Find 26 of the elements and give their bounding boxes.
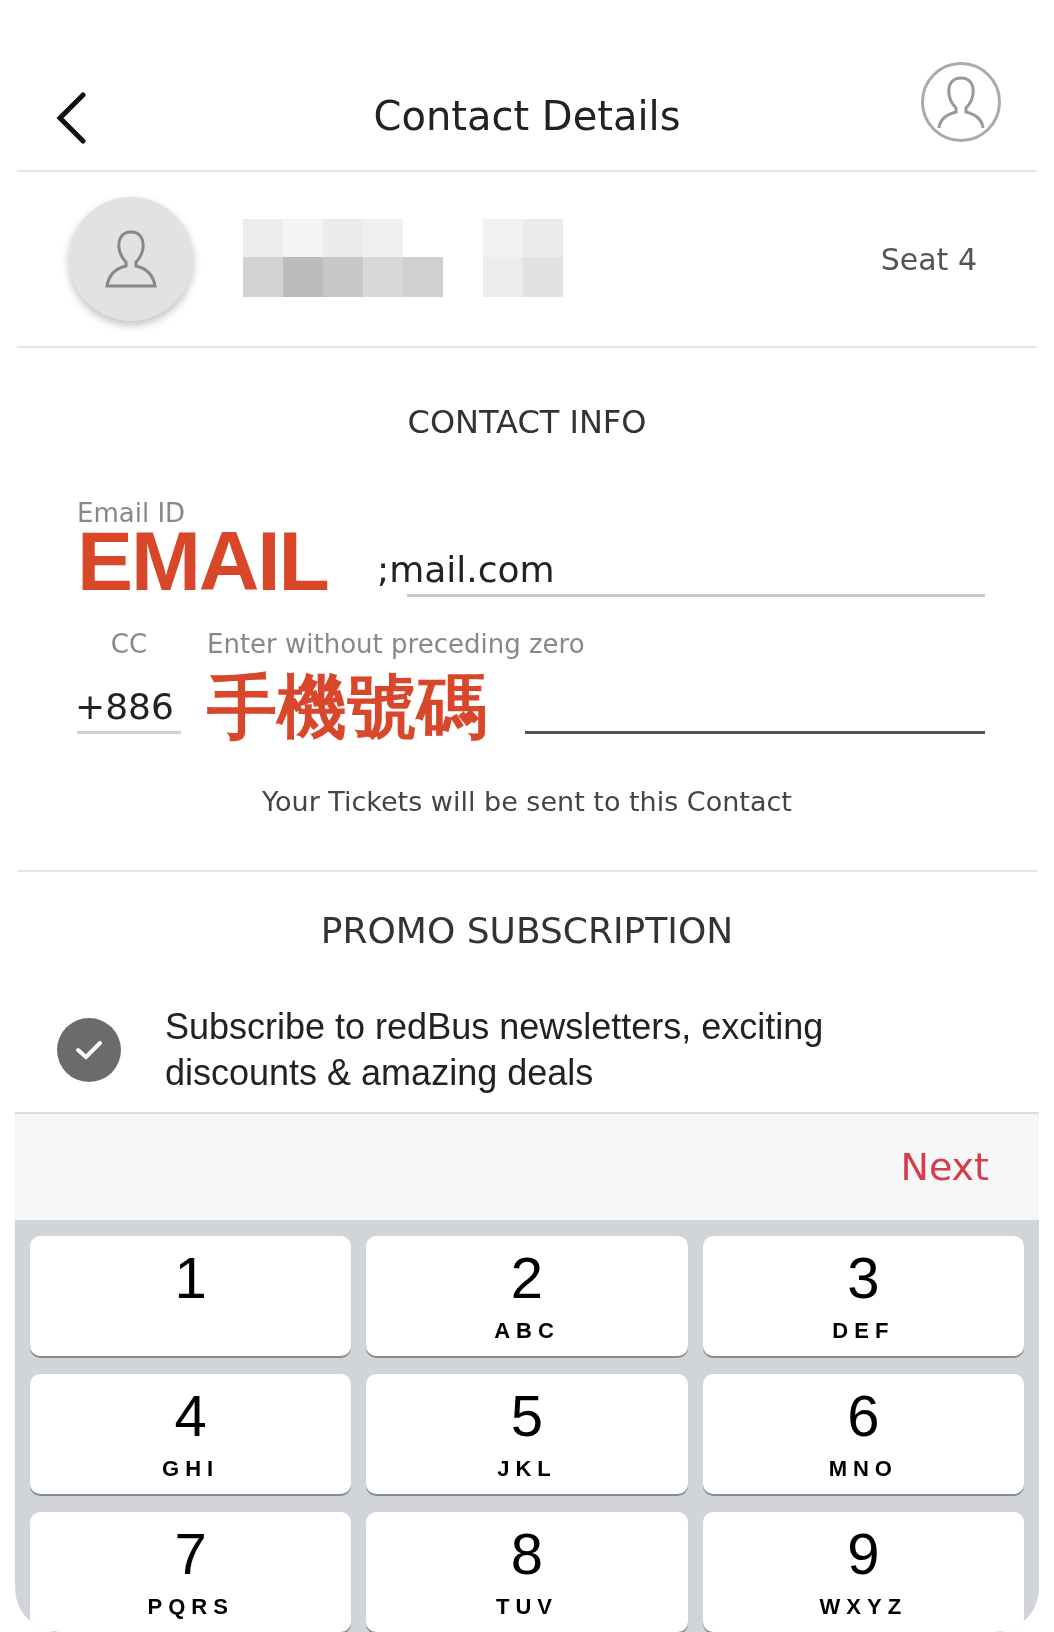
email-value: ;mail.com	[377, 548, 555, 592]
user-icon	[936, 74, 986, 130]
seat-number: Seat 4	[880, 240, 977, 279]
annotation-text: 手機號碼	[207, 672, 487, 742]
keypad-key[interactable]: 8 TUV	[366, 1512, 688, 1632]
next-button[interactable]: Next	[900, 1138, 989, 1196]
keypad-key[interactable]: 7 PQRS	[30, 1512, 352, 1632]
profile-button[interactable]	[921, 62, 1001, 142]
section-heading: CONTACT INFO	[407, 402, 647, 443]
checkmark-icon	[75, 1039, 103, 1061]
back-icon	[55, 92, 87, 144]
keypad-key[interactable]: 6 MNO	[702, 1374, 1024, 1494]
user-icon	[103, 228, 159, 290]
field-label: CC	[110, 628, 148, 661]
keypad-key[interactable]: 2 ABC	[366, 1236, 688, 1356]
country-code-field[interactable]: +886	[77, 678, 181, 734]
info-text: Your Tickets will be sent to this Contact	[262, 785, 792, 819]
field-label: Enter without preceding zero	[207, 628, 586, 661]
section-heading: PROMO SUBSCRIPTION	[320, 909, 734, 953]
keypad-key[interactable]: 5 JKL	[366, 1374, 688, 1494]
keypad-key[interactable]: 1	[30, 1236, 352, 1356]
keypad-key[interactable]: 4 GHI	[30, 1374, 352, 1494]
keypad-key[interactable]: 3 DEF	[702, 1236, 1024, 1356]
subscription-text: Subscribe to redBus newsletters, exciting discounts & amazing deals	[165, 1005, 825, 1095]
keypad-key[interactable]: 9 WXYZ	[702, 1512, 1024, 1632]
page-title: Contact Details	[373, 92, 681, 141]
